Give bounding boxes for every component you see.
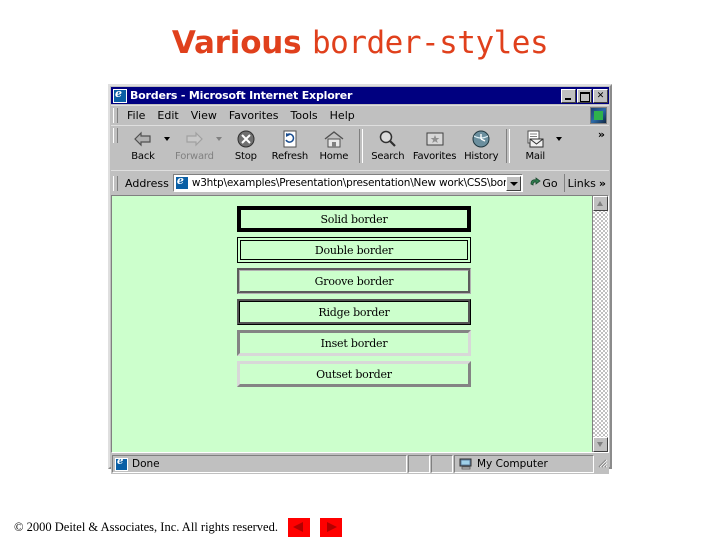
toolbar-separator — [358, 129, 363, 163]
status-panel-extra-2 — [431, 455, 453, 473]
address-bar: Address w3htp\examples\Presentation\pres… — [111, 170, 609, 194]
toolbar-overflow-chevron-icon[interactable]: » — [598, 128, 605, 141]
border-style-demo-list: Solid border Double border Groove border… — [237, 206, 471, 387]
menu-item-file[interactable]: File — [121, 108, 151, 123]
links-chevron-icon[interactable]: » — [599, 177, 606, 190]
forward-dropdown-icon[interactable] — [215, 137, 222, 141]
border-box-ridge-label: Ridge border — [318, 305, 390, 319]
border-box-groove: Groove border — [237, 268, 471, 294]
address-value: w3htp\examples\Presentation\presentation… — [191, 177, 507, 189]
back-button[interactable]: Back — [121, 128, 165, 162]
navigation-toolbar: Back Forward Stop Refresh Home Search Fa… — [111, 125, 609, 170]
toolbar-grip[interactable] — [113, 128, 118, 143]
address-input[interactable]: w3htp\examples\Presentation\presentation… — [172, 174, 524, 192]
border-box-double: Double border — [237, 237, 471, 263]
page-title: Various border-styles — [0, 28, 720, 59]
go-arrow-icon — [529, 176, 542, 190]
status-message: Done — [132, 458, 160, 470]
status-panel-extra-1 — [408, 455, 430, 473]
vertical-scrollbar[interactable] — [592, 196, 608, 452]
slide-footer: © 2000 Deitel & Associates, Inc. All rig… — [14, 518, 342, 537]
address-history-dropdown-icon[interactable] — [506, 175, 522, 191]
border-box-groove-label: Groove border — [314, 274, 394, 288]
refresh-icon — [279, 129, 301, 150]
menu-item-favorites[interactable]: Favorites — [223, 108, 285, 123]
back-arrow-icon — [132, 129, 154, 150]
border-box-inset-label: Inset border — [320, 336, 388, 350]
border-box-outset: Outset border — [237, 361, 471, 387]
minimize-button[interactable] — [561, 88, 576, 103]
page-content: Solid border Double border Groove border… — [112, 196, 592, 452]
window-resize-grip[interactable] — [594, 455, 608, 473]
home-icon — [323, 129, 345, 150]
page-title-mono: border-styles — [312, 25, 549, 61]
stop-icon — [235, 129, 257, 150]
go-label: Go — [542, 176, 558, 190]
border-box-solid-label: Solid border — [320, 212, 388, 226]
scroll-up-arrow-icon[interactable] — [593, 196, 608, 211]
menu-item-edit[interactable]: Edit — [151, 108, 184, 123]
browser-window: Borders - Microsoft Internet Explorer ✕ … — [108, 84, 612, 474]
security-zone-panel[interactable]: My Computer — [454, 455, 594, 473]
title-bar[interactable]: Borders - Microsoft Internet Explorer ✕ — [111, 87, 609, 104]
window-title: Borders - Microsoft Internet Explorer — [130, 89, 353, 102]
links-button[interactable]: Links » — [563, 174, 609, 192]
ie-document-icon — [113, 87, 127, 103]
mail-button[interactable]: Mail — [513, 128, 557, 162]
home-button-label: Home — [319, 151, 349, 162]
history-button-label: History — [464, 151, 499, 162]
forward-arrow-icon — [183, 129, 205, 150]
mail-dropdown-icon[interactable] — [556, 137, 563, 141]
border-box-solid: Solid border — [237, 206, 471, 232]
menu-bar: File Edit View Favorites Tools Help — [111, 105, 609, 125]
address-label: Address — [125, 176, 169, 190]
search-button-label: Search — [371, 151, 405, 162]
ie-document-icon-small — [174, 175, 189, 190]
forward-button[interactable]: Forward — [172, 128, 217, 162]
status-message-panel: Done — [112, 455, 407, 473]
previous-slide-arrow-icon[interactable] — [287, 518, 310, 537]
search-button[interactable]: Search — [366, 128, 410, 162]
mail-button-label: Mail — [525, 151, 545, 162]
copyright-text: © 2000 Deitel & Associates, Inc. All rig… — [14, 520, 278, 534]
stop-button[interactable]: Stop — [224, 128, 268, 162]
close-button[interactable]: ✕ — [593, 88, 608, 103]
border-box-ridge: Ridge border — [237, 299, 471, 325]
home-button[interactable]: Home — [312, 128, 356, 162]
next-slide-arrow-icon[interactable] — [319, 518, 342, 537]
forward-button-label: Forward — [175, 151, 214, 162]
menu-grip[interactable] — [113, 108, 118, 123]
menu-item-view[interactable]: View — [185, 108, 223, 123]
mail-envelope-icon — [524, 129, 546, 150]
ie-document-icon-status — [115, 456, 128, 471]
my-computer-icon — [459, 458, 473, 470]
page-viewport: Solid border Double border Groove border… — [111, 195, 609, 453]
favorites-star-folder-icon — [424, 129, 446, 150]
refresh-button[interactable]: Refresh — [268, 128, 312, 162]
ie-animated-logo — [590, 107, 607, 124]
links-label: Links — [567, 176, 596, 190]
history-clock-icon — [470, 129, 492, 150]
menu-item-help[interactable]: Help — [324, 108, 361, 123]
back-button-label: Back — [131, 151, 155, 162]
stop-button-label: Stop — [234, 151, 257, 162]
security-zone-label: My Computer — [477, 458, 548, 470]
refresh-button-label: Refresh — [271, 151, 309, 162]
search-icon — [377, 129, 399, 150]
border-box-double-label: Double border — [314, 243, 394, 257]
maximize-button[interactable] — [577, 88, 592, 103]
page-title-plain: Various — [171, 25, 312, 61]
back-dropdown-icon[interactable] — [164, 137, 170, 141]
history-button[interactable]: History — [459, 128, 503, 162]
address-bar-grip[interactable] — [113, 175, 118, 191]
favorites-button-label: Favorites — [412, 151, 457, 162]
toolbar-separator-2 — [506, 129, 511, 163]
favorites-button[interactable]: Favorites — [410, 128, 459, 162]
menu-item-tools[interactable]: Tools — [285, 108, 324, 123]
border-box-inset: Inset border — [237, 330, 471, 356]
scroll-down-arrow-icon[interactable] — [593, 437, 608, 452]
go-button[interactable]: Go — [525, 177, 561, 190]
border-box-outset-label: Outset border — [316, 367, 392, 381]
status-bar: Done My Computer — [111, 454, 609, 474]
